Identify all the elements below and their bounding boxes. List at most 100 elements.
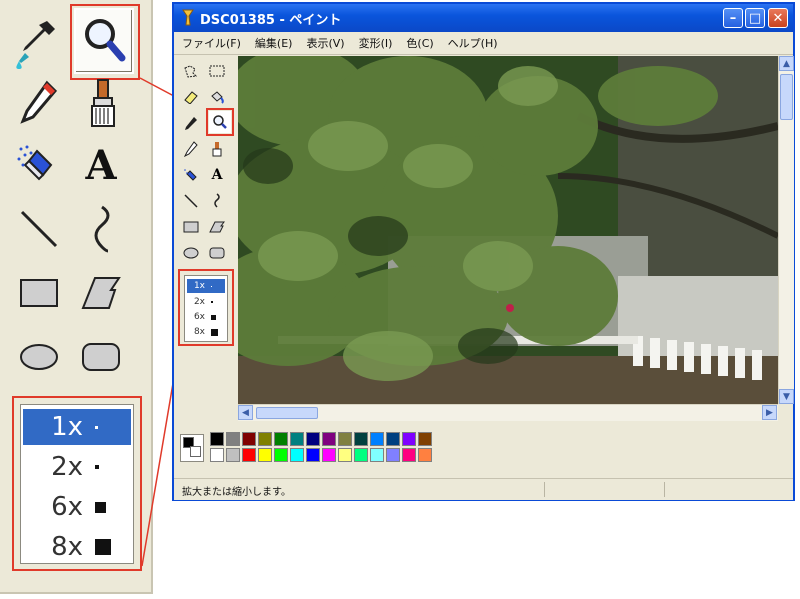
- minimize-button[interactable]: –: [723, 8, 743, 28]
- brush-icon[interactable]: [206, 138, 228, 160]
- close-button[interactable]: ✕: [768, 8, 788, 28]
- color-swatch[interactable]: [306, 432, 320, 446]
- polygon-icon[interactable]: [206, 216, 228, 238]
- rectangle-icon[interactable]: [180, 216, 202, 238]
- eyedropper-icon[interactable]: [6, 12, 68, 74]
- vertical-scroll-thumb[interactable]: [780, 74, 793, 120]
- free-select-icon[interactable]: [180, 60, 202, 82]
- menu-image[interactable]: 変形(I): [359, 35, 393, 51]
- zoom-option-2x[interactable]: 2x: [23, 449, 131, 485]
- zoom-option-label: 6x: [51, 492, 83, 522]
- color-swatch[interactable]: [402, 432, 416, 446]
- color-swatch[interactable]: [210, 432, 224, 446]
- menu-help[interactable]: ヘルプ(H): [448, 35, 498, 51]
- color-swatch[interactable]: [226, 448, 240, 462]
- color-swatch[interactable]: [274, 448, 288, 462]
- fill-bucket-icon[interactable]: [206, 86, 228, 108]
- color-swatch[interactable]: [322, 432, 336, 446]
- color-swatch[interactable]: [258, 432, 272, 446]
- scroll-right-icon[interactable]: ▶: [762, 405, 777, 420]
- color-swatch[interactable]: [370, 448, 384, 462]
- color-swatch[interactable]: [322, 448, 336, 462]
- close-icon: ✕: [772, 10, 784, 26]
- color-swatch[interactable]: [258, 448, 272, 462]
- color-swatch[interactable]: [338, 432, 352, 446]
- menu-file[interactable]: ファイル(F): [182, 35, 241, 51]
- color-swatch[interactable]: [402, 448, 416, 462]
- airbrush-icon[interactable]: [8, 134, 70, 196]
- zoom-option-2x[interactable]: 2x: [187, 295, 225, 309]
- color-swatch[interactable]: [386, 432, 400, 446]
- pencil-icon[interactable]: [180, 138, 202, 160]
- status-bar: 拡大または縮小します。: [174, 478, 793, 500]
- text-icon[interactable]: A: [70, 134, 132, 196]
- magnifier-icon[interactable]: [209, 111, 231, 133]
- zoom-dot-icon: [211, 285, 212, 287]
- color-swatch[interactable]: [242, 432, 256, 446]
- color-swatch[interactable]: [290, 448, 304, 462]
- color-swatch[interactable]: [418, 432, 432, 446]
- zoom-option-8x[interactable]: 8x: [187, 325, 225, 339]
- color-swatch[interactable]: [242, 448, 256, 462]
- color-swatch[interactable]: [418, 448, 432, 462]
- scroll-left-icon[interactable]: ◀: [238, 405, 253, 420]
- line-icon[interactable]: [180, 190, 202, 212]
- paint-app-icon: [182, 9, 194, 26]
- maximize-icon: □: [748, 10, 762, 26]
- eraser-icon[interactable]: [180, 86, 202, 108]
- zoom-square-icon: [211, 314, 216, 320]
- zoom-option-label: 1x: [51, 412, 83, 442]
- zoom-option-8x[interactable]: 8x: [23, 529, 131, 565]
- menu-view[interactable]: 表示(V): [306, 35, 344, 51]
- title-bar[interactable]: DSC01385 - ペイント – □ ✕: [174, 4, 793, 32]
- eyedropper-icon[interactable]: [180, 112, 202, 134]
- scroll-down-icon[interactable]: ▼: [779, 389, 794, 404]
- horizontal-scroll-thumb[interactable]: [256, 407, 318, 419]
- vertical-scrollbar[interactable]: ▲ ▼: [778, 56, 794, 404]
- menu-colors[interactable]: 色(C): [406, 35, 433, 51]
- paint-window: DSC01385 - ペイント – □ ✕ ファイル(F) 編集(E) 表示(V…: [172, 2, 795, 501]
- magnifier-tool-button[interactable]: [74, 8, 134, 74]
- color-swatch[interactable]: [274, 432, 288, 446]
- scroll-up-icon[interactable]: ▲: [779, 56, 794, 71]
- toolbox: A 1x 2x 6x 8x: [178, 56, 234, 432]
- zoom-square-icon: [95, 501, 106, 513]
- color-swatch[interactable]: [226, 432, 240, 446]
- zoom-option-6x[interactable]: 6x: [23, 489, 131, 525]
- color-swatch[interactable]: [370, 432, 384, 446]
- zoom-option-1x[interactable]: 1x: [187, 279, 225, 293]
- color-swatch[interactable]: [306, 448, 320, 462]
- color-swatch[interactable]: [338, 448, 352, 462]
- drawing-canvas[interactable]: [238, 56, 778, 404]
- curve-icon[interactable]: [206, 190, 228, 212]
- zoom-option-label: 8x: [51, 532, 83, 562]
- polygon-icon[interactable]: [70, 262, 132, 324]
- color-swatch[interactable]: [354, 432, 368, 446]
- color-swatch[interactable]: [210, 448, 224, 462]
- maximize-button[interactable]: □: [745, 8, 765, 28]
- magnifier-icon: [85, 19, 126, 62]
- zoom-option-6x[interactable]: 6x: [187, 310, 225, 324]
- airbrush-icon[interactable]: [180, 164, 202, 186]
- zoom-options-box: 1x 2x 6x 8x: [20, 404, 134, 564]
- zoomed-toolbox-panel: A 1x 2x 6x 8x: [0, 0, 153, 594]
- color-swatch[interactable]: [354, 448, 368, 462]
- brush-icon[interactable]: [72, 72, 134, 134]
- ellipse-icon[interactable]: [180, 242, 202, 264]
- color-swatch[interactable]: [290, 432, 304, 446]
- horizontal-scrollbar[interactable]: ◀ ▶: [238, 404, 778, 421]
- menu-edit[interactable]: 編集(E): [255, 35, 293, 51]
- text-icon[interactable]: A: [206, 164, 228, 186]
- rectangle-icon[interactable]: [8, 262, 70, 324]
- current-colors[interactable]: [180, 434, 204, 462]
- pencil-icon[interactable]: [8, 72, 70, 134]
- ellipse-icon[interactable]: [8, 326, 70, 388]
- rounded-rect-icon[interactable]: [206, 242, 228, 264]
- rect-select-icon[interactable]: [206, 60, 228, 82]
- zoom-dot-icon: [95, 465, 99, 469]
- zoom-option-1x[interactable]: 1x: [23, 409, 131, 445]
- color-swatch[interactable]: [386, 448, 400, 462]
- line-icon[interactable]: [8, 198, 70, 260]
- curve-icon[interactable]: [70, 198, 132, 260]
- rounded-rect-icon[interactable]: [70, 326, 132, 388]
